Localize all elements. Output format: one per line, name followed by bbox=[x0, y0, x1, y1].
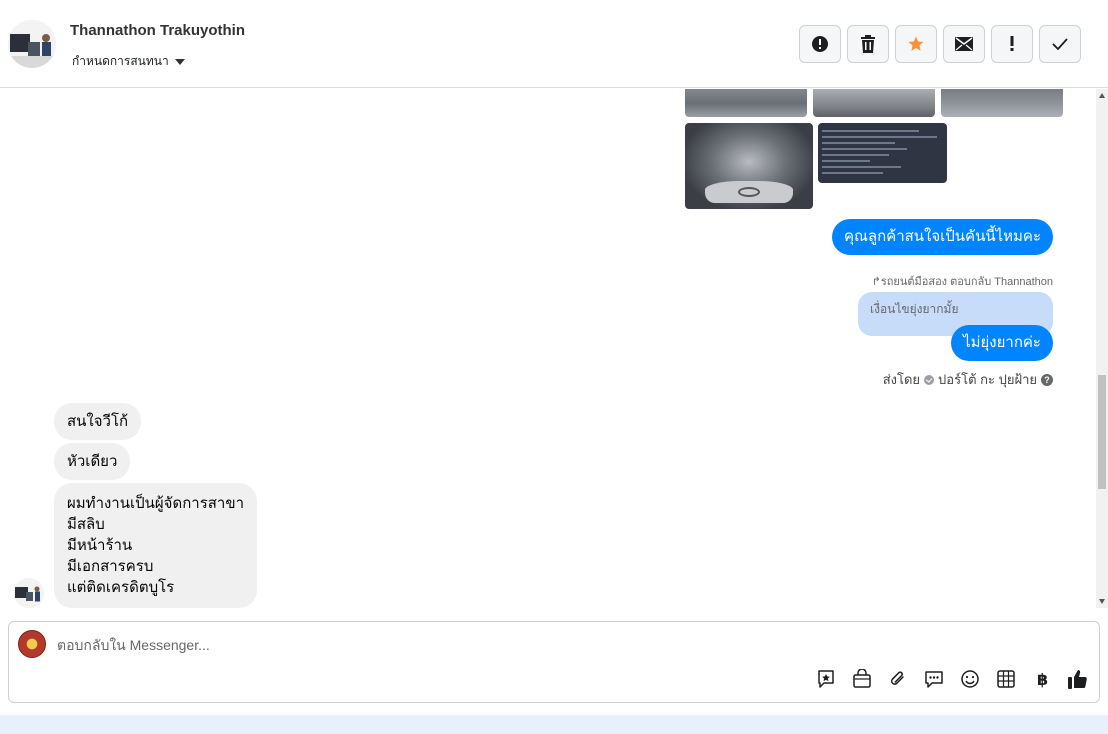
message-thread[interactable]: คุณลูกค้าสนใจเป็นคันนี้ไหมคะ ↱รถยนต์มือส… bbox=[0, 89, 1096, 608]
message-line: มีสลิบ bbox=[67, 516, 105, 533]
page-avatar bbox=[18, 630, 46, 658]
footer-band bbox=[0, 715, 1108, 734]
help-icon[interactable]: ? bbox=[1041, 373, 1053, 386]
check-icon bbox=[1052, 38, 1068, 50]
incoming-message[interactable]: ผมทำงานเป็นผู้จัดการสาขา มีสลิบ มีหน้าร้… bbox=[54, 483, 258, 608]
incoming-message[interactable]: หัวเดียว bbox=[54, 443, 131, 480]
delete-button[interactable] bbox=[847, 25, 889, 63]
attached-photo-engine[interactable] bbox=[685, 123, 813, 209]
trash-icon bbox=[861, 35, 875, 53]
message-line: มีหน้าร้าน bbox=[67, 537, 133, 554]
assign-label: กำหนดการสนทนา bbox=[72, 54, 169, 68]
svg-text:฿: ฿ bbox=[1037, 670, 1048, 689]
composer-actions: ฿ bbox=[815, 668, 1089, 690]
message-line: แต่ติดเครดิตบูโร bbox=[67, 579, 175, 596]
car-logo bbox=[738, 187, 760, 197]
outgoing-message[interactable]: คุณลูกค้าสนใจเป็นคันนี้ไหมคะ bbox=[831, 219, 1053, 255]
sent-by-prefix: ส่งโดย bbox=[882, 372, 921, 387]
incoming-message[interactable]: สนใจวีโก้ bbox=[54, 403, 142, 440]
saved-reply-icon[interactable] bbox=[815, 668, 837, 690]
alert-circle-icon bbox=[812, 36, 828, 52]
message-line: ผมทำงานเป็นผู้จัดการสาขา bbox=[67, 495, 245, 512]
conversation-header: Thannathon Trakuyothin กำหนดการสนทนา bbox=[0, 0, 1108, 88]
sent-by-name: ปอร์โต้ กะ ปุยฝ้าย bbox=[938, 372, 1037, 387]
envelope-icon bbox=[955, 37, 973, 51]
follow-up-button[interactable] bbox=[991, 25, 1033, 63]
mark-done-button[interactable] bbox=[1039, 25, 1081, 63]
scroll-down-icon[interactable] bbox=[1099, 599, 1105, 604]
reply-input[interactable] bbox=[57, 635, 757, 655]
message-line: มีเอกสารครบ bbox=[67, 558, 154, 575]
paperclip-icon[interactable] bbox=[887, 668, 909, 690]
verified-icon bbox=[924, 374, 935, 385]
shop-bag-icon[interactable] bbox=[851, 668, 873, 690]
caret-down-icon bbox=[174, 59, 185, 65]
assign-conversation-dropdown[interactable]: กำหนดการสนทนา bbox=[72, 52, 185, 71]
chat-dots-icon[interactable] bbox=[923, 668, 945, 690]
scroll-thumb[interactable] bbox=[1098, 375, 1106, 489]
star-icon bbox=[908, 36, 924, 51]
table-icon[interactable] bbox=[995, 668, 1017, 690]
scroll-up-icon[interactable] bbox=[1099, 93, 1105, 98]
messenger-inbox: Thannathon Trakuyothin กำหนดการสนทนา คุณ… bbox=[0, 0, 1108, 734]
attached-photo[interactable] bbox=[941, 89, 1063, 117]
reply-meta: ↱รถยนต์มือสอง ตอบกลับ Thannathon bbox=[871, 276, 1053, 288]
attached-photo-spec-sheet[interactable] bbox=[818, 123, 947, 183]
thread-scrollbar[interactable] bbox=[1096, 89, 1108, 608]
star-button[interactable] bbox=[895, 25, 937, 63]
reply-composer: ฿ bbox=[8, 621, 1100, 703]
like-icon[interactable] bbox=[1067, 668, 1089, 690]
contact-name[interactable]: Thannathon Trakuyothin bbox=[70, 22, 245, 39]
attached-photo[interactable] bbox=[813, 89, 935, 117]
exclamation-icon bbox=[1010, 36, 1014, 51]
outgoing-message[interactable]: ไม่ยุ่งยากค่ะ bbox=[951, 325, 1053, 361]
mark-spam-button[interactable] bbox=[799, 25, 841, 63]
emoji-icon[interactable] bbox=[959, 668, 981, 690]
contact-avatar[interactable] bbox=[8, 20, 56, 68]
conversation-toolbar bbox=[799, 25, 1081, 63]
baht-icon[interactable]: ฿ bbox=[1031, 668, 1053, 690]
sent-by-line: ส่งโดย ปอร์โต้ กะ ปุยฝ้าย ? bbox=[883, 369, 1053, 390]
mark-unread-button[interactable] bbox=[943, 25, 985, 63]
sender-avatar[interactable] bbox=[14, 578, 44, 608]
attached-photo[interactable] bbox=[685, 89, 807, 117]
